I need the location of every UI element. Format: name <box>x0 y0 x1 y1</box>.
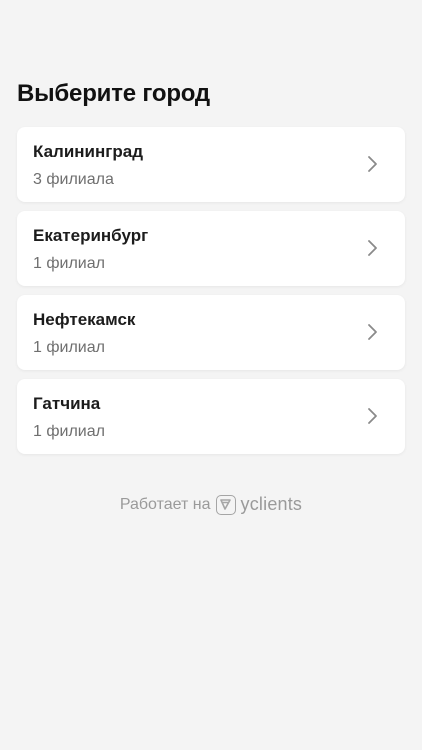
branch-count: 3 филиала <box>33 171 114 188</box>
powered-by-footer: Работает на yclients <box>0 494 422 515</box>
city-item-neftekamsk[interactable]: Нефтекамск 1 филиал <box>17 295 405 370</box>
branch-count: 1 филиал <box>33 339 105 356</box>
city-item-gatchina[interactable]: Гатчина 1 филиал <box>17 379 405 454</box>
yclients-logo-icon <box>215 494 236 515</box>
chevron-right-icon <box>367 407 379 425</box>
city-list: Калининград 3 филиала Екатеринбург 1 фил… <box>17 127 405 463</box>
powered-by-link[interactable]: Работает на yclients <box>120 494 302 515</box>
city-item-kaliningrad[interactable]: Калининград 3 филиала <box>17 127 405 202</box>
brand-name: yclients <box>240 494 303 514</box>
city-name: Нефтекамск <box>33 310 136 329</box>
branch-count: 1 филиал <box>33 423 105 440</box>
chevron-right-icon <box>367 323 379 341</box>
chevron-right-icon <box>367 239 379 257</box>
city-name: Калининград <box>33 142 143 161</box>
powered-by-label: Работает на <box>119 495 211 513</box>
chevron-right-icon <box>367 155 379 173</box>
page-title: Выберите город <box>17 80 210 107</box>
branch-count: 1 филиал <box>33 255 105 272</box>
city-name: Гатчина <box>33 394 101 413</box>
city-item-yekaterinburg[interactable]: Екатеринбург 1 филиал <box>17 211 405 286</box>
city-name: Екатеринбург <box>33 226 149 245</box>
